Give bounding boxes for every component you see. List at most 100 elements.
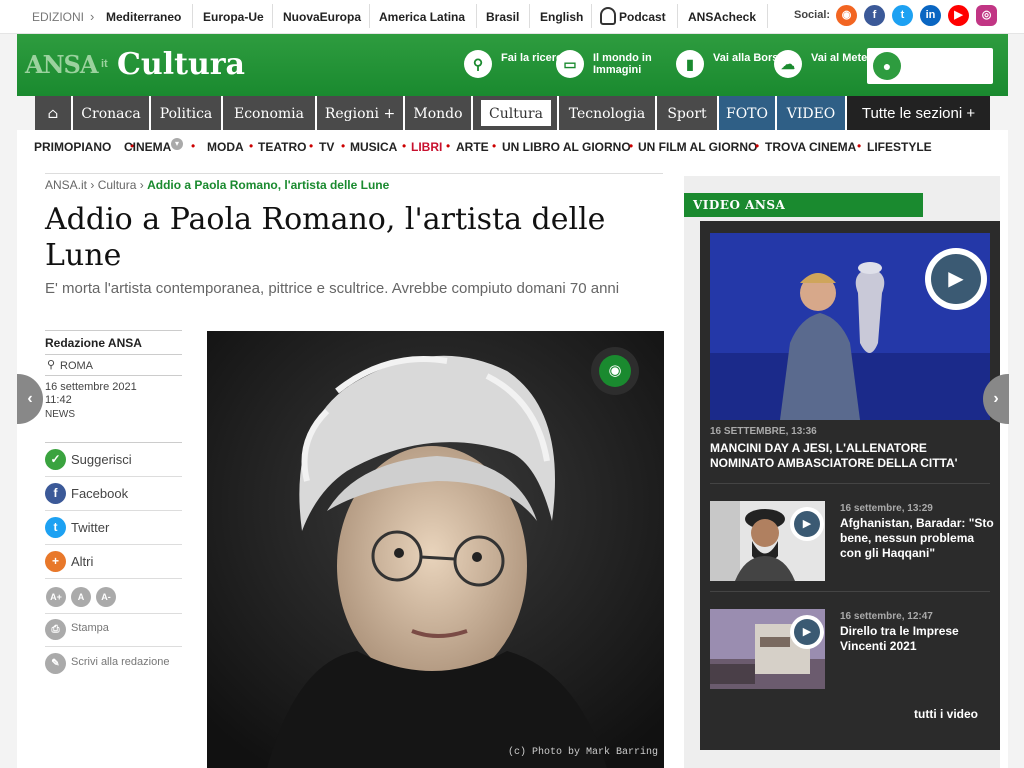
photos-link[interactable]: ▭ Il mondo in Immagini xyxy=(556,50,666,80)
video-title[interactable]: Direllо tra le Imprese Vincenti 2021 xyxy=(840,624,995,654)
linkedin-icon[interactable]: in xyxy=(920,5,941,26)
nav-sport[interactable]: Sport xyxy=(657,96,717,130)
subnav-libro-giorno[interactable]: UN LIBRO AL GIORNO xyxy=(502,140,631,154)
login-button[interactable]: ● xyxy=(867,48,993,84)
edition-link[interactable]: Brasil xyxy=(486,10,519,24)
divider xyxy=(45,510,182,511)
video-play-icon: ▶ xyxy=(790,615,824,649)
video-thumbnail[interactable]: ▶ xyxy=(710,609,825,689)
separator-dot: • xyxy=(629,139,634,153)
podcast-icon xyxy=(600,7,616,25)
subnav-cinema[interactable]: CINEMA xyxy=(124,140,171,154)
chevron-right-icon: › xyxy=(139,178,148,192)
subnav-teatro[interactable]: TEATRO xyxy=(258,140,306,154)
gallery-button[interactable]: ◉ xyxy=(591,347,639,395)
divider xyxy=(45,173,663,174)
subnav-trova-cinema[interactable]: TROVA CINEMA xyxy=(765,140,856,154)
facebook-icon[interactable]: f xyxy=(864,5,885,26)
divider xyxy=(476,4,477,28)
subnav-libri[interactable]: LIBRI xyxy=(411,140,442,154)
section-title[interactable]: Cultura xyxy=(117,47,245,82)
rss-icon[interactable]: ◉ xyxy=(836,5,857,26)
edition-link[interactable]: America Latina xyxy=(379,10,465,24)
nav-foto[interactable]: FOTO xyxy=(719,96,775,130)
article-photo[interactable]: ◉ (c) Photo by Mark Barring xyxy=(207,331,664,768)
all-videos-link[interactable]: tutti i video xyxy=(914,707,978,721)
nav-economia[interactable]: Economia xyxy=(223,96,315,130)
more-share-button[interactable]: + Altri xyxy=(45,551,165,573)
social-label: Social: xyxy=(794,9,831,21)
nav-tecnologia[interactable]: Tecnologia xyxy=(559,96,655,130)
subnav-arte[interactable]: ARTE xyxy=(456,140,489,154)
facebook-share-button[interactable]: f Facebook xyxy=(45,483,165,505)
breadcrumb: ANSA.it › Cultura › Addio a Paola Romano… xyxy=(45,178,665,192)
edition-link[interactable]: NuovaEuropa xyxy=(283,10,361,24)
nav-all-sections[interactable]: Tutte le sezioni + xyxy=(847,96,990,130)
nav-regioni[interactable]: Regioni + xyxy=(317,96,403,130)
subnav-primopiano[interactable]: PRIMOPIANO xyxy=(34,140,111,154)
divider xyxy=(710,591,990,592)
video-sidebar: VIDEO ANSA ▶ 16 SETTEMBRE, 13:36 MANCINI… xyxy=(684,176,1000,768)
subnav-moda[interactable]: MODA xyxy=(207,140,244,154)
subnav-film-giorno[interactable]: UN FILM AL GIORNO xyxy=(638,140,757,154)
font-increase-button[interactable]: A+ xyxy=(46,587,66,607)
site-header: ANSA it Cultura ⚲ Fai la ricerca ▭ Il mo… xyxy=(17,34,1008,96)
edition-link[interactable]: English xyxy=(540,10,583,24)
user-icon: ● xyxy=(873,52,901,80)
twitter-icon[interactable]: t xyxy=(892,5,913,26)
edition-link[interactable]: Podcast xyxy=(619,10,666,24)
meteo-link[interactable]: ☁ Vai al Meteo xyxy=(774,50,874,80)
subnav-tv[interactable]: TV xyxy=(319,140,334,154)
font-reset-button[interactable]: A xyxy=(71,587,91,607)
youtube-icon[interactable]: ▶ xyxy=(948,5,969,26)
twitter-icon: t xyxy=(45,517,66,538)
chart-icon: ▮ xyxy=(676,50,704,78)
write-editor-button[interactable]: ✎ Scrivi alla redazione xyxy=(45,653,182,675)
breadcrumb-section[interactable]: Cultura xyxy=(98,178,137,192)
nav-mondo[interactable]: Mondo xyxy=(405,96,471,130)
video-thumbnail[interactable]: ▶ xyxy=(710,501,825,581)
separator-dot: • xyxy=(249,139,254,153)
ansa-logo[interactable]: ANSA xyxy=(25,50,99,79)
borsa-link[interactable]: ▮ Vai alla Borsa xyxy=(676,50,785,80)
location: ROMA xyxy=(60,360,93,372)
twitter-share-button[interactable]: t Twitter xyxy=(45,517,165,539)
nav-politica[interactable]: Politica xyxy=(151,96,221,130)
subnav-musica[interactable]: MUSICA xyxy=(350,140,397,154)
weather-icon: ☁ xyxy=(774,50,802,78)
home-icon[interactable]: ⌂ xyxy=(35,96,71,130)
video-title[interactable]: Afghanistan, Baradar: "Sto bene, nessun … xyxy=(840,516,995,561)
divider xyxy=(677,4,678,28)
suggest-button[interactable]: ✓ Suggerisci xyxy=(45,449,165,471)
camcorder-icon: ▶ xyxy=(931,254,981,304)
pencil-icon: ✎ xyxy=(45,653,66,674)
font-decrease-button[interactable]: A- xyxy=(96,587,116,607)
category-label: NEWS xyxy=(45,409,75,420)
nav-cultura-wrap[interactable]: Cultura xyxy=(473,96,557,130)
camcorder-icon: ▶ xyxy=(794,619,820,645)
video-play-icon: ▶ xyxy=(925,248,987,310)
breadcrumb-home[interactable]: ANSA.it xyxy=(45,178,87,192)
nav-cronaca[interactable]: Cronaca xyxy=(73,96,149,130)
publish-time: 11:42 xyxy=(45,394,72,406)
print-icon: ⎙ xyxy=(45,619,66,640)
edition-link[interactable]: Europa-Ue xyxy=(203,10,264,24)
instagram-icon[interactable]: ◎ xyxy=(976,5,997,26)
thumb-icon: ✓ xyxy=(45,449,66,470)
nav-video[interactable]: VIDEO xyxy=(777,96,845,130)
photo-credit: (c) Photo by Mark Barring xyxy=(507,747,658,758)
featured-video-thumbnail[interactable]: ▶ xyxy=(710,233,990,420)
subnav-lifestyle[interactable]: LIFESTYLE xyxy=(867,140,932,154)
video-play-icon: ▶ xyxy=(790,507,824,541)
print-button[interactable]: ⎙ Stampa xyxy=(45,619,165,641)
divider xyxy=(369,4,370,28)
edition-link[interactable]: Mediterraneo xyxy=(106,10,181,24)
edition-link[interactable]: ANSAcheck xyxy=(688,10,756,24)
separator-dot: • xyxy=(755,139,760,153)
nav-cultura[interactable]: Cultura xyxy=(481,100,551,126)
editions-bar: EDIZIONI › Mediterraneo Europa-Ue NuovaE… xyxy=(0,0,1024,34)
separator-dot: • xyxy=(492,139,497,153)
chevron-down-icon[interactable]: ▾ xyxy=(171,138,183,150)
plus-icon: + xyxy=(45,551,66,572)
featured-video-title[interactable]: MANCINI DAY A JESI, L'ALLENATORE NOMINAT… xyxy=(710,441,990,471)
